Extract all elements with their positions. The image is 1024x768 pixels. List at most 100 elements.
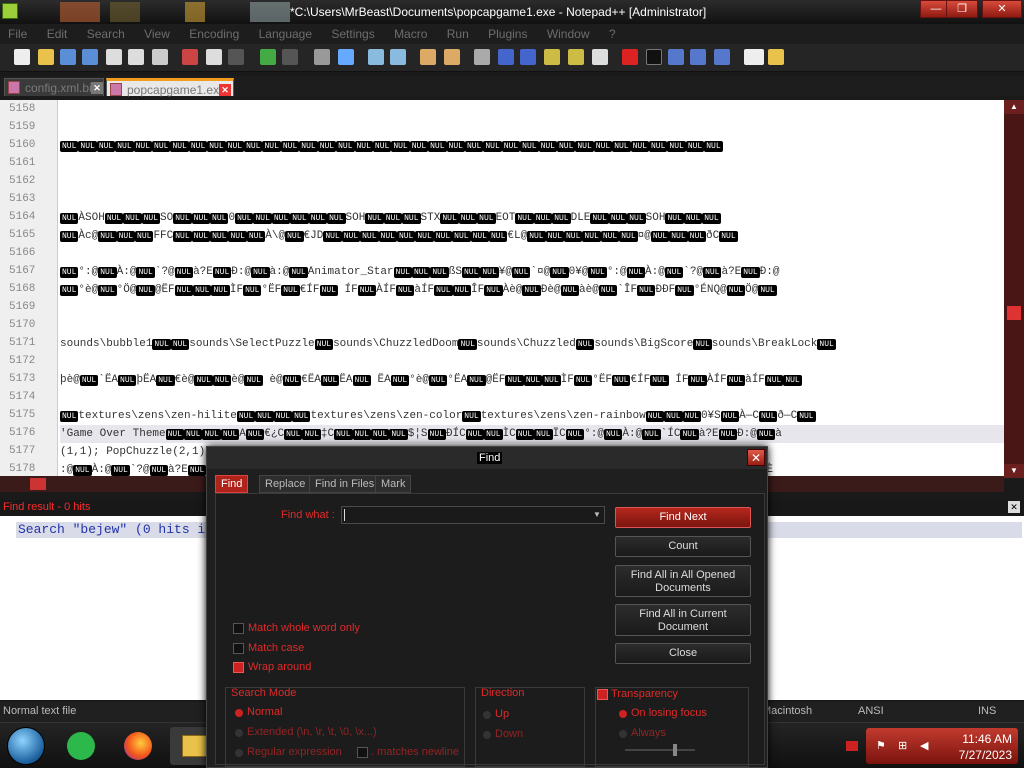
scroll-thumb[interactable] <box>1007 306 1021 320</box>
cut-icon[interactable] <box>182 49 198 65</box>
editor-line[interactable]: NUL Àc@ NUL NUL NUL FFC NUL NUL NUL NUL NUL À\@ NUL €… <box>60 227 1004 245</box>
find-what-input[interactable]: ▼ <box>341 506 605 524</box>
direction-up-radio[interactable] <box>483 711 491 719</box>
match-whole-word-label[interactable]: Match whole word only <box>248 622 360 634</box>
close-find-result-icon[interactable]: ✕ <box>1008 501 1020 513</box>
scroll-up-arrow[interactable]: ▲ <box>1004 100 1024 114</box>
plugin-folder-icon[interactable] <box>768 49 784 65</box>
print-icon[interactable] <box>152 49 168 65</box>
menu-window[interactable]: Window <box>539 24 598 41</box>
editor-line[interactable]: NUL textures\zens\zen-hilite NUL NUL NUL NUL t… <box>60 407 1004 425</box>
editor-line[interactable] <box>60 389 1004 407</box>
zoom-in-icon[interactable] <box>368 49 384 65</box>
editor-line[interactable]: NUL °è@ NUL °Ö@ NUL @ËF NUL NUL NUL ÌF NUL °ËF NUL €Í… <box>60 281 1004 299</box>
close-all-icon[interactable] <box>128 49 144 65</box>
chevron-down-icon[interactable]: ▼ <box>590 507 604 523</box>
close-tab-icon[interactable]: ✕ <box>91 82 103 94</box>
start-button[interactable] <box>7 727 45 765</box>
editor-line[interactable] <box>60 191 1004 209</box>
firefox-icon[interactable] <box>112 727 166 765</box>
menu-language[interactable]: Language <box>251 24 320 41</box>
record-macro-icon[interactable] <box>622 49 638 65</box>
redo-icon[interactable] <box>282 49 298 65</box>
tab-find-in-files[interactable]: Find in Files <box>309 475 381 493</box>
save-macro-icon[interactable] <box>714 49 730 65</box>
undo-icon[interactable] <box>260 49 276 65</box>
replace-icon[interactable] <box>338 49 354 65</box>
editor-line[interactable]: NUL °:@ NUL À:@ NUL `?@ NUL à?E NUL Ð:@ NUL à:@ NUL A… <box>60 263 1004 281</box>
menu-settings[interactable]: Settings <box>323 24 382 41</box>
menu-run[interactable]: Run <box>439 24 477 41</box>
find-all-current-button[interactable]: Find All in Current Document <box>615 604 751 636</box>
sync-vertical-icon[interactable] <box>420 49 436 65</box>
transparency-checkbox[interactable] <box>597 689 608 700</box>
zoom-out-icon[interactable] <box>390 49 406 65</box>
editor-line[interactable]: sounds\bubble1 NUL NUL sounds\SelectPuzzle N… <box>60 335 1004 353</box>
always-radio[interactable] <box>619 730 627 738</box>
show-all-chars-icon[interactable] <box>498 49 514 65</box>
close-window-button[interactable]: ✕ <box>982 0 1022 18</box>
clock[interactable]: 11:46 AM 7/27/2023 <box>959 731 1012 763</box>
wrap-around-checkbox[interactable] <box>233 662 244 673</box>
editor-line[interactable]: NUL ÀSOH NUL NUL NUL SO NUL NUL NUL 0 NUL NUL NUL NUL… <box>60 209 1004 227</box>
find-dialog-titlebar[interactable]: Find ✕ <box>207 447 767 469</box>
scroll-down-arrow[interactable]: ▼ <box>1004 464 1024 478</box>
tab-config-xml-bin[interactable]: config.xml.bin ✕ <box>4 78 104 96</box>
play-macro-icon[interactable] <box>668 49 684 65</box>
tab-find[interactable]: Find <box>215 475 249 493</box>
menu-help[interactable]: ? <box>601 24 624 41</box>
transparency-label[interactable]: Transparency <box>611 688 678 700</box>
close-button[interactable]: Close <box>615 643 751 664</box>
indent-guide-icon[interactable] <box>520 49 536 65</box>
copy-icon[interactable] <box>206 49 222 65</box>
editor-line[interactable] <box>60 353 1004 371</box>
open-file-icon[interactable] <box>38 49 54 65</box>
direction-up-label[interactable]: Up <box>495 708 509 720</box>
matches-newline-label[interactable]: . matches newline <box>371 746 459 758</box>
normal-mode-label[interactable]: Normal <box>247 706 282 718</box>
function-list-icon[interactable] <box>568 49 584 65</box>
extended-mode-label[interactable]: Extended (\n, \r, \t, \0, \x...) <box>247 726 377 738</box>
save-all-icon[interactable] <box>82 49 98 65</box>
editor-line[interactable] <box>60 173 1004 191</box>
on-losing-focus-label[interactable]: On losing focus <box>631 707 707 719</box>
menu-plugins[interactable]: Plugins <box>480 24 535 41</box>
direction-down-radio[interactable] <box>483 731 491 739</box>
run-macro-multiple-icon[interactable] <box>690 49 706 65</box>
regex-mode-label[interactable]: Regular expression <box>247 746 342 758</box>
menu-file[interactable]: File <box>0 24 35 41</box>
spell-check-icon[interactable] <box>744 49 764 65</box>
editor-line[interactable] <box>60 155 1004 173</box>
volume-icon[interactable]: ◀ <box>920 739 934 753</box>
editor-line[interactable]: 'Game Over Theme NUL NUL NUL NUL A NUL €¿C NUL NU… <box>60 425 1004 443</box>
wrap-around-label[interactable]: Wrap around <box>248 661 311 673</box>
close-file-icon[interactable] <box>106 49 122 65</box>
regex-mode-radio[interactable] <box>235 749 243 757</box>
menu-encoding[interactable]: Encoding <box>181 24 247 41</box>
menu-edit[interactable]: Edit <box>39 24 76 41</box>
chat-app-icon[interactable] <box>56 727 110 765</box>
match-case-checkbox[interactable] <box>233 643 244 654</box>
extended-mode-radio[interactable] <box>235 729 243 737</box>
stop-macro-icon[interactable] <box>646 49 662 65</box>
close-tab-icon[interactable]: ✕ <box>219 84 231 96</box>
save-icon[interactable] <box>60 49 76 65</box>
matches-newline-checkbox[interactable] <box>357 747 368 758</box>
count-button[interactable]: Count <box>615 536 751 557</box>
restore-button[interactable]: ❐ <box>946 0 978 18</box>
editor-line[interactable] <box>60 299 1004 317</box>
editor-line[interactable] <box>60 101 1004 119</box>
show-hidden-icons-icon[interactable] <box>846 741 858 751</box>
match-case-label[interactable]: Match case <box>248 642 304 654</box>
network-icon[interactable]: ⊞ <box>898 739 912 753</box>
menu-view[interactable]: View <box>136 24 178 41</box>
editor-line[interactable] <box>60 245 1004 263</box>
find-icon[interactable] <box>314 49 330 65</box>
editor-line[interactable] <box>60 317 1004 335</box>
editor-line[interactable] <box>60 119 1004 137</box>
paste-icon[interactable] <box>228 49 244 65</box>
tab-popcapgame1-exe[interactable]: popcapgame1.exe ✕ <box>106 78 234 97</box>
editor-area[interactable]: 5158 5159 5160 5161 5162 5163 5164 5165 5166 5167… <box>0 100 1024 478</box>
vertical-scrollbar[interactable]: ▲ ▼ <box>1004 100 1024 478</box>
menu-search[interactable]: Search <box>79 24 133 41</box>
